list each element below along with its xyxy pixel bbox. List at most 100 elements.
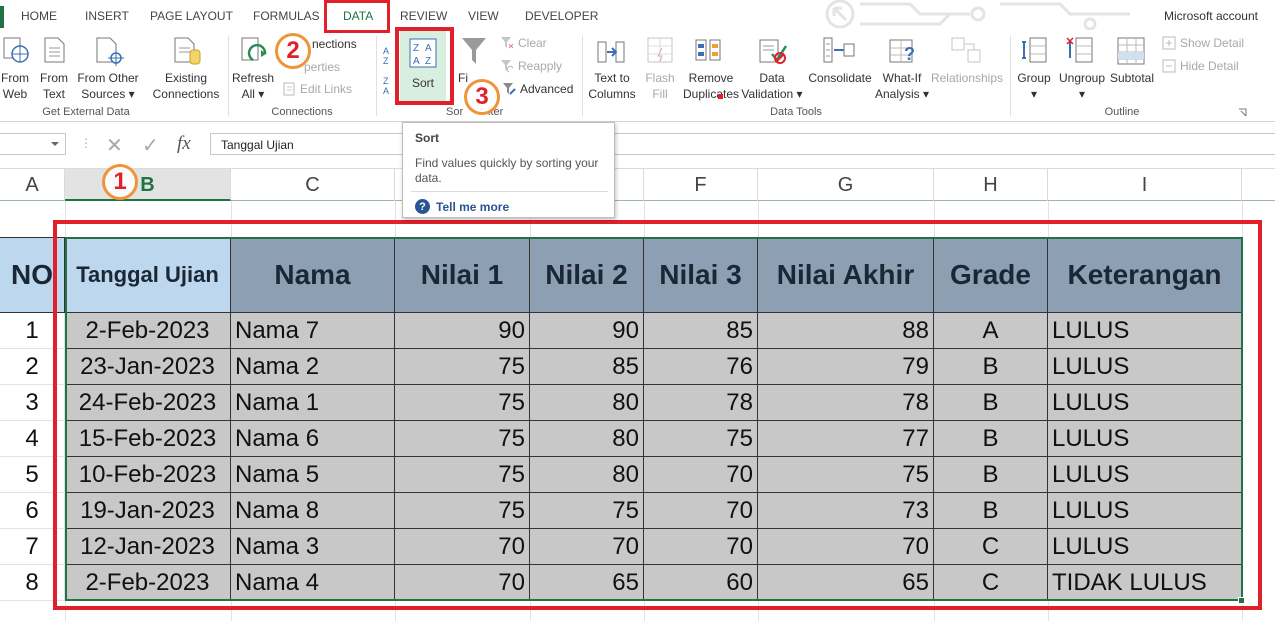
edit-links-button[interactable]: Edit Links	[282, 82, 352, 96]
remove-duplicates-button[interactable]: Remove Duplicates	[682, 70, 740, 102]
what-if-label-1: What-If	[882, 71, 922, 85]
from-web-button[interactable]: From Web	[0, 70, 30, 102]
cancel-entry-icon[interactable]: ✕	[106, 133, 123, 158]
group-label-get-external-data: Get External Data	[42, 106, 130, 118]
filter-label: Fi	[458, 71, 468, 85]
hide-detail-label: Hide Detail	[1180, 59, 1239, 73]
group-separator	[1010, 36, 1011, 116]
advanced-filter-button[interactable]: Advanced	[502, 82, 573, 96]
what-if-analysis-button[interactable]: What-If Analysis ▾	[874, 70, 930, 102]
consolidate-button[interactable]: Consolidate	[806, 70, 874, 86]
circuit-pattern-icon	[825, 0, 1130, 30]
text-to-columns-icon	[597, 41, 625, 63]
relationships-label: Relationships	[930, 71, 1004, 85]
refresh-label-2: All ▾	[241, 87, 265, 101]
group-separator	[582, 36, 583, 116]
advanced-filter-icon	[503, 83, 516, 95]
properties-button[interactable]: perties	[304, 60, 340, 74]
tab-view[interactable]: VIEW	[468, 9, 499, 23]
existing-label-2: Connections	[152, 87, 220, 101]
confirm-entry-icon[interactable]: ✓	[142, 133, 159, 158]
from-web-label-2: Web	[2, 87, 28, 101]
group-button[interactable]: Group ▾	[1014, 70, 1054, 102]
refresh-label-1: Refresh	[231, 71, 275, 85]
flash-fill-icon	[647, 37, 673, 63]
clear-label: Clear	[518, 36, 547, 50]
file-tab-strip[interactable]	[0, 6, 4, 28]
reapply-button[interactable]: Reapply	[500, 59, 562, 73]
tab-page-layout[interactable]: PAGE LAYOUT	[150, 9, 233, 23]
remove-duplicates-label-1: Remove	[688, 71, 734, 85]
step-marker-2: 2	[275, 33, 311, 69]
annotation-box-data-tab	[324, 0, 390, 33]
ungroup-button[interactable]: Ungroup ▾	[1056, 70, 1108, 102]
consolidate-label: Consolidate	[808, 71, 872, 85]
column-header-i[interactable]: I	[1048, 169, 1242, 201]
clear-filter-button[interactable]: Clear	[500, 36, 547, 50]
column-header-row: A B C D E F G H I	[0, 168, 1275, 201]
tooltip-divider	[411, 191, 608, 192]
annotation-box-table	[53, 220, 1262, 610]
sort-tooltip: Sort Find values quickly by sorting your…	[402, 122, 615, 218]
from-text-label-1: From	[40, 71, 68, 85]
tab-review[interactable]: REVIEW	[400, 9, 447, 23]
tab-developer[interactable]: DEVELOPER	[525, 9, 598, 23]
from-other-sources-button[interactable]: From Other Sources ▾	[76, 70, 140, 102]
existing-label-1: Existing	[164, 71, 208, 85]
group-label-connections: Connections	[271, 106, 333, 118]
formula-bar: ⋮ ✕ ✓ fx Tanggal Ujian	[0, 130, 1275, 160]
hide-detail-button[interactable]: Hide Detail	[1162, 59, 1239, 73]
excel-window: HOME INSERT PAGE LAYOUT FORMULAS DATA RE…	[0, 0, 1275, 621]
edit-links-icon	[283, 82, 295, 96]
subtotal-label: Subtotal	[1109, 71, 1155, 85]
refresh-all-icon	[241, 37, 267, 62]
group-separator	[228, 36, 229, 116]
refresh-all-button[interactable]: Refresh All ▾	[230, 70, 276, 102]
remove-duplicates-icon	[695, 39, 721, 61]
subtotal-button[interactable]: Subtotal	[1106, 70, 1158, 86]
show-detail-label: Show Detail	[1180, 36, 1245, 50]
tell-me-more-link[interactable]: ? Tell me more	[415, 199, 509, 214]
ribbon-tab-bar: HOME INSERT PAGE LAYOUT FORMULAS DATA RE…	[0, 0, 1275, 30]
column-header-a[interactable]: A	[0, 169, 65, 201]
step-marker-3: 3	[464, 79, 500, 115]
account-name[interactable]: Microsoft account	[1164, 9, 1258, 23]
group-label-data-tools: Data Tools	[770, 106, 822, 118]
data-validation-button[interactable]: Data Validation ▾	[740, 70, 804, 102]
existing-connections-icon	[174, 37, 201, 65]
tab-insert[interactable]: INSERT	[85, 9, 129, 23]
connections-button[interactable]: nections	[312, 37, 357, 51]
flash-fill-button[interactable]: Flash Fill	[642, 70, 678, 102]
column-header-g[interactable]: G	[758, 169, 934, 201]
from-text-label-2: Text	[42, 87, 65, 101]
column-header-h[interactable]: H	[934, 169, 1048, 201]
column-header-b[interactable]: B	[65, 169, 231, 201]
dialog-launcher-icon[interactable]	[1238, 108, 1248, 118]
web-globe-icon	[3, 37, 29, 63]
existing-connections-button[interactable]: Existing Connections	[150, 70, 222, 102]
column-header-f[interactable]: F	[644, 169, 758, 201]
column-header-c[interactable]: C	[231, 169, 395, 201]
step-marker-1: 1	[102, 164, 138, 200]
what-if-analysis-icon: ?	[889, 39, 915, 64]
cursor-dot	[718, 94, 723, 99]
tab-formulas[interactable]: FORMULAS	[253, 9, 320, 23]
data-validation-icon	[759, 39, 788, 64]
relationships-button[interactable]: Relationships	[930, 70, 1004, 86]
tell-me-more-label: Tell me more	[436, 199, 510, 214]
svg-text:?: ?	[904, 44, 915, 64]
tooltip-title: Sort	[415, 131, 439, 145]
clear-filter-icon	[501, 37, 514, 49]
tooltip-description: Find values quickly by sorting your data…	[415, 156, 599, 185]
relationships-icon	[951, 37, 981, 63]
from-text-button[interactable]: From Text	[38, 70, 70, 102]
insert-function-icon[interactable]: fx	[177, 133, 191, 155]
text-file-icon	[44, 37, 65, 63]
text-to-columns-button[interactable]: Text to Columns	[586, 70, 638, 102]
tab-home[interactable]: HOME	[21, 9, 57, 23]
name-box[interactable]	[0, 133, 66, 155]
formula-input[interactable]: Tanggal Ujian	[210, 133, 1275, 155]
show-detail-button[interactable]: Show Detail	[1162, 36, 1244, 50]
from-other-label-2: Sources ▾	[81, 87, 135, 101]
name-box-dropdown-icon[interactable]	[50, 140, 60, 148]
